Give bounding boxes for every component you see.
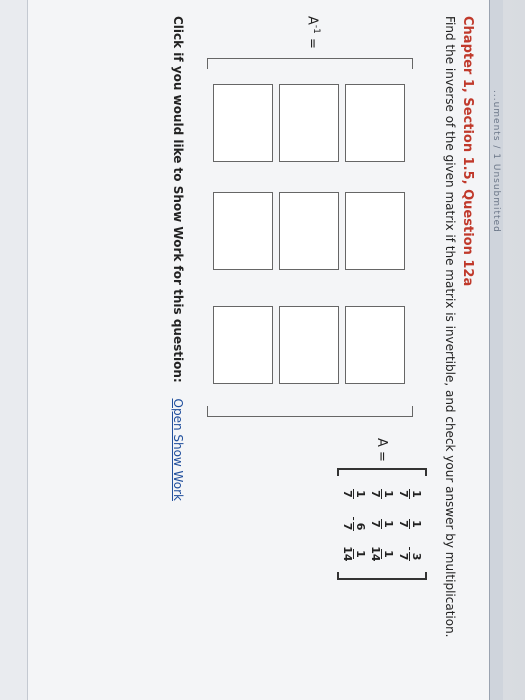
inverse-cell-r3c3[interactable] bbox=[213, 306, 273, 384]
inverse-cell-r1c1[interactable] bbox=[345, 84, 405, 162]
fraction: 1 14 bbox=[341, 546, 368, 562]
fraction-denominator: 7 bbox=[397, 552, 411, 561]
fraction-denominator: 7 bbox=[341, 522, 355, 531]
matrix-a-entry: 17 bbox=[369, 489, 396, 499]
fraction: 17 bbox=[397, 489, 424, 499]
matrix-a-entry: 17 bbox=[341, 489, 368, 499]
fraction-numerator: 3 bbox=[409, 551, 424, 562]
matrix-a-label: A = bbox=[374, 438, 390, 462]
fraction-numerator: 1 bbox=[409, 489, 424, 499]
assignment-status-strip: ...uments / 1 Unsubmitted bbox=[489, 0, 503, 700]
fraction: 37 bbox=[397, 551, 424, 562]
fraction-numerator: 6 bbox=[353, 521, 368, 532]
open-show-work-link[interactable]: Open Show Work bbox=[171, 399, 185, 501]
question-heading: Chapter 1, Section 1.5, Question 12a bbox=[460, 16, 475, 287]
fraction: 1 14 bbox=[369, 546, 396, 562]
inverse-equals: = bbox=[304, 38, 320, 49]
matrix-a-entry: 1 14 bbox=[369, 546, 396, 562]
inverse-label: A-1 = bbox=[305, 16, 321, 49]
entry-sign: - bbox=[347, 516, 361, 521]
show-work-row: Click if you would like to Show Work for… bbox=[171, 16, 185, 501]
question-prompt: Find the inverse of the given matrix if … bbox=[443, 16, 457, 638]
fraction-denominator: 7 bbox=[369, 490, 383, 498]
fraction-denominator: 14 bbox=[341, 546, 355, 562]
matrix-a-grid: 1 7 1 7-3 7 1 7 1 7 1 14 1 7-6 7 1 14 bbox=[340, 476, 424, 572]
inverse-right-bracket bbox=[207, 406, 413, 417]
matrix-a-entry: -67 bbox=[341, 516, 368, 532]
question-page: ...uments / 1 Unsubmitted Chapter 1, Sec… bbox=[0, 0, 503, 700]
photo-background: ...uments / 1 Unsubmitted Chapter 1, Sec… bbox=[0, 0, 525, 700]
inverse-answer-area: A-1 = bbox=[201, 16, 417, 417]
fraction: 17 bbox=[369, 489, 396, 499]
page-side-band bbox=[0, 0, 28, 700]
matrix-left-bracket bbox=[337, 467, 427, 476]
matrix-a-entry: 17 bbox=[397, 519, 424, 529]
fraction-numerator: 1 bbox=[381, 549, 396, 559]
matrix-a-entry: 17 bbox=[369, 519, 396, 529]
inverse-cell-r3c1[interactable] bbox=[213, 84, 273, 162]
matrix-a-entry: -37 bbox=[397, 546, 424, 562]
fraction: 17 bbox=[397, 519, 424, 529]
matrix-a-entry: 17 bbox=[397, 489, 424, 499]
fraction-denominator: 7 bbox=[397, 520, 411, 528]
fraction: 17 bbox=[369, 519, 396, 529]
show-work-prompt: Click if you would like to Show Work for… bbox=[171, 16, 185, 383]
inverse-cell-r2c2[interactable] bbox=[279, 192, 339, 270]
fraction-numerator: 1 bbox=[381, 519, 396, 529]
inverse-symbol: A bbox=[304, 16, 320, 25]
inverse-left-bracket bbox=[207, 58, 413, 69]
inverse-cell-r3c2[interactable] bbox=[213, 192, 273, 270]
fraction-denominator: 7 bbox=[369, 520, 383, 528]
matrix-a-entry: 1 14 bbox=[341, 546, 368, 562]
inverse-cell-r2c1[interactable] bbox=[279, 84, 339, 162]
inverse-superscript: -1 bbox=[311, 24, 321, 34]
fraction-denominator: 7 bbox=[397, 490, 411, 498]
fraction-numerator: 1 bbox=[353, 549, 368, 559]
inverse-cell-r1c3[interactable] bbox=[345, 306, 405, 384]
fraction-numerator: 1 bbox=[409, 519, 424, 529]
inverse-cell-r1c2[interactable] bbox=[345, 192, 405, 270]
matrix-a: A = 1 7 1 7-3 7 1 7 1 7 1 14 1 7-6 7 1 14 bbox=[337, 438, 427, 580]
entry-sign: - bbox=[403, 546, 417, 551]
fraction: 17 bbox=[341, 489, 368, 499]
fraction: 67 bbox=[341, 521, 368, 532]
fraction-denominator: 14 bbox=[369, 546, 383, 562]
inverse-cell-r2c3[interactable] bbox=[279, 306, 339, 384]
matrix-right-bracket bbox=[337, 571, 427, 580]
fraction-numerator: 1 bbox=[353, 489, 368, 499]
fraction-numerator: 1 bbox=[381, 489, 396, 499]
fraction-denominator: 7 bbox=[341, 490, 355, 498]
